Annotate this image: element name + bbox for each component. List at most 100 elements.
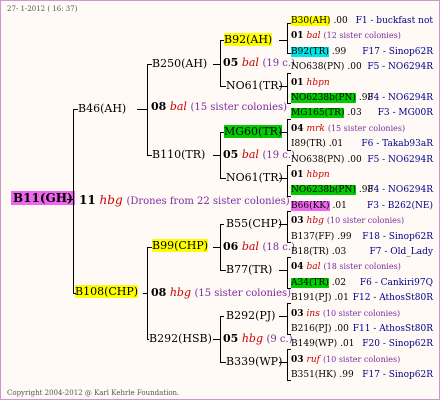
leaf-row[interactable]: B191(PJ) .01 — [291, 294, 349, 303]
leaf-row[interactable]: B149(WP) .01 — [291, 340, 354, 349]
leaf-row[interactable]: 03 ins (10 sister colonies) — [291, 308, 401, 319]
gen3-node[interactable]: B55(CHP) — [226, 218, 282, 229]
connector-line — [147, 64, 152, 65]
leaf-label: B18(TR) — [291, 247, 329, 257]
leaf-label: NO638(PN) — [291, 62, 345, 73]
gen1-breeder: hbg — [169, 286, 191, 299]
root-node[interactable]: B11(GH) — [11, 191, 75, 205]
connector-line — [213, 339, 220, 340]
leaf-year: 01 — [291, 77, 304, 88]
leaf-label: B66(KK) — [291, 200, 330, 211]
leaf-year: 03 — [291, 216, 304, 227]
connector-line — [220, 132, 221, 178]
leaf-code-cell: F12 - AthosSt80R — [353, 294, 433, 303]
leaf-row[interactable]: B216(PJ) .00 — [291, 325, 349, 334]
gen2-node[interactable]: B99(CHP) — [152, 239, 209, 252]
leaf-code: F4 - NO6294R — [367, 93, 433, 103]
gen2-node[interactable]: B110(TR) — [152, 149, 205, 160]
leaf-code-cell: F5 - NO6294R — [367, 155, 433, 165]
gen3-node[interactable]: NO61(TR) — [226, 172, 283, 183]
leaf-value: .01 — [334, 293, 349, 304]
leaf-row[interactable]: B18(TR) .03 — [291, 248, 346, 257]
leaf-row[interactable]: I89(TR) .01 — [291, 140, 343, 149]
leaf-row[interactable]: B30(AH) .00 — [291, 16, 348, 26]
leaf-row[interactable]: 04 mrk (15 sister colonies) — [291, 123, 405, 134]
connector-line — [67, 199, 73, 200]
leaf-breeder: bal — [306, 31, 321, 42]
gen2-node[interactable]: B292(HSB) — [149, 333, 212, 344]
leaf-row[interactable]: A34(TR) .02 — [291, 277, 346, 288]
root-breeder: hbg — [99, 193, 123, 207]
gen1-node[interactable]: B46(AH) — [78, 103, 126, 114]
gen2-info: 05 hbg (9 c.) — [223, 333, 293, 345]
leaf-note: (10 sister colonies) — [322, 308, 401, 318]
connector-line — [147, 247, 148, 339]
leaf-label: B92(TR) — [291, 46, 329, 57]
connector-line — [287, 257, 291, 258]
leaf-code-cell: F17 - Sinop62R — [362, 46, 433, 57]
leaf-value: .01 — [328, 139, 344, 150]
leaf-row[interactable]: B66(KK) .01 — [291, 200, 347, 211]
connector-line — [220, 316, 224, 317]
gen1-node[interactable]: B108(CHP) — [75, 285, 139, 298]
leaf-note: (18 sister colonies) — [323, 262, 401, 272]
leaf-row[interactable]: 03 hbg (10 sister colonies) — [291, 217, 404, 226]
leaf-row[interactable]: NO6238b(PN) .98 — [291, 93, 373, 103]
connector-line — [137, 109, 147, 110]
gen3-node[interactable]: B92(AH) — [224, 33, 273, 46]
gen2-node[interactable]: B250(AH) — [152, 58, 207, 69]
gen3-node[interactable]: MG60(TR) — [224, 125, 283, 138]
leaf-note: (10 sister colonies) — [326, 216, 405, 226]
leaf-breeder: mrk — [306, 123, 325, 134]
connector-line — [287, 119, 288, 150]
connector-line — [213, 155, 220, 156]
leaf-code: F6 - Cankiri97Q — [359, 277, 433, 288]
leaf-row[interactable]: B137(FF) .99 — [291, 231, 352, 242]
leaf-year: 03 — [291, 308, 304, 319]
connector-line — [220, 40, 224, 41]
connector-line — [279, 40, 287, 41]
leaf-code-cell: F4 - NO6294R — [367, 94, 433, 103]
leaf-code: F11 - AthosSt80R — [352, 324, 433, 334]
gen2-info: 06 bal (18 c.) — [223, 241, 295, 253]
gen1-note: (15 sister colonies) — [194, 288, 292, 299]
leaf-row[interactable]: 01 hbpn — [291, 171, 333, 180]
leaf-value: .01 — [332, 200, 347, 211]
connector-line — [279, 224, 287, 225]
leaf-value: .00 — [334, 324, 349, 334]
leaf-row[interactable]: 04 bal (18 sister colonies) — [291, 263, 401, 272]
leaf-row[interactable]: MG165(TR) .03 — [291, 108, 362, 119]
leaf-label: I89(TR) — [291, 139, 326, 150]
connector-line — [147, 155, 152, 156]
gen1-info: 08 hbg (15 sister colonies) — [151, 287, 291, 299]
gen3-node[interactable]: B77(TR) — [226, 264, 272, 275]
gen2-year: 05 — [223, 148, 239, 161]
leaf-row[interactable]: NO6238b(PN) .98 — [291, 185, 373, 196]
leaf-code-cell: F3 - B262(NE) — [367, 201, 433, 211]
leaf-value: .01 — [340, 339, 355, 350]
connector-line — [287, 73, 291, 74]
leaf-code-cell: F6 - Cankiri97Q — [359, 277, 433, 288]
leaf-label: B137(FF) — [291, 231, 335, 242]
leaf-row[interactable]: B351(HK) .99 — [291, 371, 354, 380]
connector-line — [279, 362, 287, 363]
gen2-note: (9 c.) — [266, 334, 293, 345]
gen1-breeder: bal — [169, 100, 187, 113]
connector-line — [220, 178, 226, 179]
gen2-label: B99(CHP) — [152, 239, 209, 252]
leaf-row[interactable]: 01 bal (12 sister colonies) — [291, 32, 401, 41]
leaf-row[interactable]: 03 ruf (10 sister colonies) — [291, 355, 400, 365]
gen3-node[interactable]: B292(PJ) — [226, 310, 275, 321]
gen3-label: MG60(TR) — [224, 125, 283, 138]
leaf-label: NO6238b(PN) — [291, 93, 356, 103]
connector-line — [213, 64, 220, 65]
gen3-node[interactable]: B339(WP) — [226, 356, 282, 367]
connector-line — [147, 64, 148, 155]
leaf-row[interactable]: NO638(PN) .00 — [291, 155, 362, 165]
leaf-row[interactable]: B92(TR) .99 — [291, 46, 346, 57]
leaf-row[interactable]: 01 hbpn — [291, 77, 333, 88]
leaf-row[interactable]: NO638(PN) .00 — [291, 63, 362, 72]
gen3-node[interactable]: NO61(TR) — [226, 80, 283, 91]
leaf-code: F17 - Sinop62R — [362, 46, 433, 57]
leaf-value: .00 — [333, 16, 348, 26]
